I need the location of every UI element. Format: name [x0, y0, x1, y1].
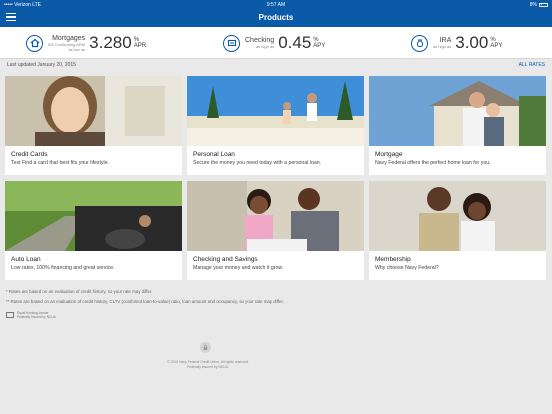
rate-type: APY: [490, 43, 503, 49]
rate-mortgages[interactable]: Mortgages 5/5 Conforming ARM as low as 3…: [26, 31, 146, 55]
equal-housing-lender: Equal Housing Lender Federally Insured b…: [6, 311, 56, 319]
rate-checking[interactable]: Checking as high as 0.45 % APY: [223, 31, 325, 55]
rate-value: 3.00: [455, 33, 489, 52]
rate-value: 3.280: [89, 33, 132, 52]
checking-savings-photo: [187, 181, 364, 251]
rate-ira[interactable]: IRA as high as 3.00 % APY: [411, 31, 502, 55]
card-description: Why choose Navy Federal?: [375, 265, 439, 271]
membership-photo: [369, 181, 546, 251]
card-title: Credit Cards: [11, 151, 48, 158]
rate-type: APY: [313, 43, 326, 49]
card-title: Checking and Savings: [193, 256, 258, 263]
money-bag-icon: [411, 34, 428, 52]
footnote-rates-mortgage: ** Rates are based on an evaluation of c…: [6, 299, 284, 304]
last-updated-text: Last updated January 20, 2015: [7, 62, 76, 68]
battery-percent: 8%: [529, 1, 537, 8]
nav-bar: Products: [0, 9, 552, 27]
product-card-credit-cards[interactable]: Credit Cards Test Find a card that best …: [5, 76, 182, 175]
card-description: Secure the money you need today with a p…: [193, 160, 322, 166]
all-rates-link[interactable]: ALL RATES: [519, 62, 545, 68]
rates-banner: Mortgages 5/5 Conforming ARM as low as 3…: [0, 27, 552, 59]
equal-housing-icon: [6, 312, 14, 318]
card-title: Auto Loan: [11, 256, 41, 263]
card-description: Navy Federal offers the perfect home loa…: [375, 160, 491, 166]
product-card-personal-loan[interactable]: Personal Loan Secure the money you need …: [187, 76, 364, 175]
rate-qualifier: as high as: [255, 44, 275, 49]
page-title: Products: [258, 13, 294, 22]
copyright-text: © 2015 Navy Federal Credit Union. All ri…: [167, 360, 249, 369]
rate-name: IRA: [439, 37, 452, 44]
product-card-auto-loan[interactable]: Auto Loan Low rates, 100% financing and …: [5, 181, 182, 280]
battery-icon: [539, 2, 548, 7]
rate-type: APR: [133, 43, 147, 49]
rate-qualifier: 5/5 Conforming ARM as low as: [48, 41, 86, 52]
product-card-checking-savings[interactable]: Checking and Savings Manage your money a…: [187, 181, 364, 280]
card-title: Personal Loan: [193, 151, 235, 158]
mortgage-photo: [369, 76, 546, 146]
personal-loan-photo: [187, 76, 364, 146]
rate-name: Checking: [245, 37, 275, 44]
footnote-rates: * Rates are based on an evaluation of cr…: [6, 289, 153, 294]
house-icon: [26, 34, 43, 52]
checking-icon: [223, 34, 240, 52]
card-title: Membership: [375, 256, 411, 263]
rate-qualifier: as high as: [433, 44, 452, 49]
clock: 9:57 AM: [266, 1, 286, 8]
lock-icon: [200, 342, 211, 353]
card-description: Test Find a card that best fits your lif…: [11, 160, 110, 166]
credit-cards-photo: [5, 76, 182, 146]
rate-name: Mortgages: [52, 34, 86, 42]
product-card-mortgage[interactable]: Mortgage Navy Federal offers the perfect…: [369, 76, 546, 175]
status-bar: ••••• Verizon LTE 9:57 AM 8%: [0, 0, 552, 9]
equal-housing-text: Equal Housing Lender Federally Insured b…: [17, 311, 56, 319]
rate-value: 0.45: [278, 33, 312, 52]
card-title: Mortgage: [375, 151, 403, 158]
auto-loan-photo: [5, 181, 182, 251]
card-description: Manage your money and watch it grow.: [193, 265, 284, 271]
card-description: Low rates, 100% financing and great serv…: [11, 265, 115, 271]
product-card-membership[interactable]: Membership Why choose Navy Federal?: [369, 181, 546, 280]
